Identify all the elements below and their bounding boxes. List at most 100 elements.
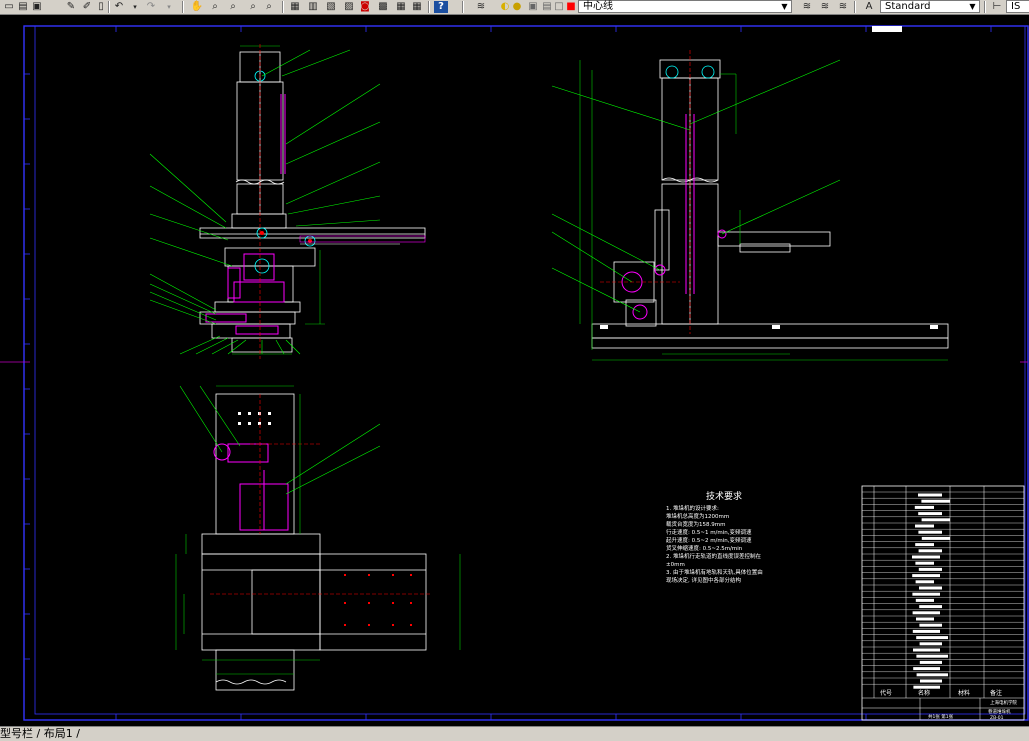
bom-row-text [912, 629, 940, 633]
toolbar-separator [282, 1, 284, 13]
bom-row-text [918, 549, 942, 553]
layer-freeze-icon[interactable]: ● [510, 1, 524, 13]
notes-line: 现场决定, 详见图中各部分结构 [666, 576, 741, 584]
bom-row-text [918, 512, 942, 516]
toolbar-separator [854, 1, 856, 13]
redo-dropdown-icon[interactable]: ▾ [162, 1, 176, 13]
bom-row-text [912, 592, 940, 596]
tool-palette-icon[interactable]: ▧ [324, 1, 338, 13]
text-style-combo[interactable]: Standard ▼ [880, 0, 980, 13]
chevron-down-icon[interactable]: ▼ [779, 1, 790, 12]
bom-row-text [918, 530, 942, 534]
redo-icon[interactable]: ↷ [144, 1, 158, 13]
calculator-icon[interactable]: ▩ [376, 1, 390, 13]
pan-icon[interactable]: ✋ [190, 1, 204, 13]
text-style-icon[interactable]: A [862, 1, 876, 13]
toolbar-separator [108, 1, 110, 13]
dimension-style-icon[interactable]: ⊢ [990, 1, 1004, 13]
toolbar-separator [428, 1, 430, 13]
drawing-name: 巷道堆垛机 [988, 708, 1011, 715]
layer-match-icon[interactable]: ≋ [836, 1, 850, 13]
col-name: 名称 [918, 689, 930, 697]
chevron-down-icon[interactable]: ▼ [967, 1, 978, 12]
drawing-number: ZB-01 [990, 715, 1004, 721]
bom-row-text [915, 580, 934, 584]
text-style-value: Standard [885, 1, 931, 12]
zoom-realtime-icon[interactable]: ⌕ [208, 1, 222, 13]
undo-icon[interactable]: ↶ [112, 1, 126, 13]
bom-row-text [913, 648, 940, 652]
notes-line: 行走速度: 0.5~1 m/min,变频调速 [666, 528, 752, 536]
bom-row-text [921, 536, 950, 540]
table-icon[interactable]: ▦ [394, 1, 408, 13]
properties-icon[interactable]: ▦ [288, 1, 302, 13]
title-block: 代号 名称 材料 备注 上海电机学院 巷道堆垛机 共1张 第1张 ZB-01 [861, 485, 1025, 721]
notes-line: 起升速度: 0.5~2 m/min,变频调速 [666, 536, 752, 544]
drawing-canvas[interactable]: 技术要求 1. 堆垛机的设计要求: 堆垛机总高度为1200mm 载货台宽度为15… [0, 14, 1029, 726]
bom-row-text [915, 561, 934, 565]
pencil-icon[interactable]: ✎ [64, 1, 78, 13]
layer-state-icon[interactable]: ≋ [818, 1, 832, 13]
layer-previous-icon[interactable]: ≋ [800, 1, 814, 13]
sheet-set-icon[interactable]: ▨ [342, 1, 356, 13]
toolbar-separator [984, 1, 986, 13]
front-view [149, 44, 426, 359]
brush-icon[interactable]: ✐ [80, 1, 94, 13]
notes-line: 堆垛机总高度为1200mm [666, 512, 729, 520]
bom-row-text [919, 586, 942, 590]
bom-row-text [914, 505, 934, 509]
dimension-style-combo[interactable]: IS [1006, 0, 1029, 13]
bom-row-text [919, 623, 942, 627]
col-material: 材料 [958, 689, 970, 697]
undo-dropdown-icon[interactable]: ▾ [128, 1, 142, 13]
notes-line: ±0mm [666, 562, 685, 568]
bom-row-text [915, 543, 934, 547]
notes-line: 2. 堆垛机行走轨道的直线度误差控制在 [666, 552, 761, 560]
bom-row-text [918, 493, 942, 497]
bom-row-text [915, 524, 934, 528]
notes-line: 货叉伸缩速度: 0.5~2.5m/min [666, 544, 743, 552]
bom-row-text [916, 673, 948, 677]
layer-combo[interactable]: 中心线 ▼ [578, 0, 792, 13]
zoom-window-icon[interactable]: ⌕ [226, 1, 240, 13]
school-name: 上海电机学院 [990, 699, 1017, 706]
bom-row-text [919, 660, 942, 664]
bom-row-text [920, 679, 942, 683]
design-center-icon[interactable]: ▥ [306, 1, 320, 13]
bom-row-text [912, 611, 940, 615]
technical-notes: 技术要求 1. 堆垛机的设计要求: 堆垛机总高度为1200mm 载货台宽度为15… [666, 490, 763, 584]
side-view [551, 50, 949, 361]
layout-tabs[interactable]: 型号栏 / 布局1 / [0, 727, 80, 741]
bom-row-text [915, 598, 934, 602]
markup-icon[interactable]: ◙ [358, 1, 372, 13]
bom-row-text [912, 574, 940, 578]
col-remark: 备注 [990, 689, 1002, 697]
bom-row-text [919, 642, 942, 646]
dimension-style-value: IS [1011, 1, 1021, 12]
notes-line: 载货台宽度为158.9mm [666, 520, 725, 528]
bom-row-text [918, 567, 942, 571]
grid-icon[interactable]: ▦ [410, 1, 424, 13]
col-code: 代号 [880, 689, 892, 697]
file-icon[interactable]: ▯ [94, 1, 108, 13]
layout-tab-bar: 型号栏 / 布局1 / [0, 726, 1029, 741]
notes-line: 3. 由于堆垛机有地轨和天轨,具体位置由 [666, 568, 763, 576]
bom-row-text [919, 605, 942, 609]
new-file-icon[interactable]: ▭ [2, 1, 16, 13]
open-file-icon[interactable]: ▤ [16, 1, 30, 13]
help-icon[interactable]: ? [434, 1, 448, 13]
zoom-extents-icon[interactable]: ⌕ [262, 1, 276, 13]
toolbar: ▭ ▤ ▣ ✎ ✐ ▯ ↶ ▾ ↷ ▾ ✋ ⌕ ⌕ ⌕ ⌕ ▦ ▥ ▧ ▨ ◙ … [0, 0, 1029, 15]
bom-row-text [921, 518, 950, 522]
sheet-info: 共1张 第1张 [928, 713, 954, 720]
notes-title: 技术要求 [706, 490, 742, 502]
save-icon[interactable]: ▣ [30, 1, 44, 13]
layer-lock-icon[interactable]: ▣ [526, 1, 540, 13]
top-view [175, 385, 461, 691]
bom-row-text [912, 555, 940, 559]
bom-row-text [913, 685, 940, 689]
layer-manager-icon[interactable]: ≋ [474, 1, 488, 13]
zoom-previous-icon[interactable]: ⌕ [246, 1, 260, 13]
bom-row-text [916, 636, 948, 640]
bom-row-text [913, 667, 940, 671]
